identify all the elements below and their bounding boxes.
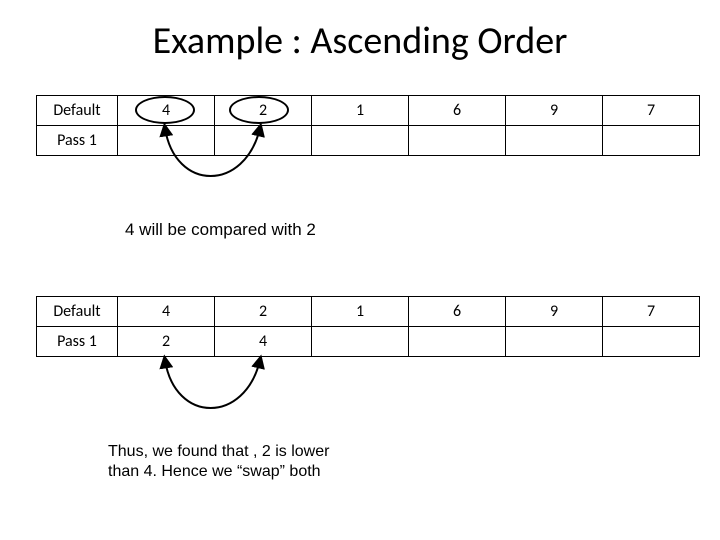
cell: 9 — [506, 96, 603, 126]
row-label: Default — [37, 96, 118, 126]
cell: 6 — [409, 96, 506, 126]
highlight-oval-icon — [135, 96, 195, 124]
cell — [603, 126, 700, 156]
cell — [506, 327, 603, 357]
swap-arc-icon — [120, 354, 320, 444]
row-label: Pass 1 — [37, 327, 118, 357]
caption-compare: 4 will be compared with 2 — [125, 220, 316, 240]
cell — [409, 327, 506, 357]
page-title: Example : Ascending Order — [0, 18, 720, 64]
cell — [409, 126, 506, 156]
cell: 4 — [118, 297, 215, 327]
row-label: Pass 1 — [37, 126, 118, 156]
highlight-oval-icon — [229, 96, 289, 124]
cell: 9 — [506, 297, 603, 327]
cell — [603, 327, 700, 357]
cell — [312, 327, 409, 357]
table2: Default 4 2 1 6 9 7 Pass 1 2 4 — [36, 296, 700, 357]
caption-swap: Thus, we found that , 2 is lower than 4.… — [108, 442, 338, 482]
cell: 7 — [603, 96, 700, 126]
cell: 2 — [215, 297, 312, 327]
cell: 7 — [603, 297, 700, 327]
table2-block: Default 4 2 1 6 9 7 Pass 1 2 4 — [36, 296, 700, 357]
swap-arc-icon — [120, 122, 320, 212]
cell — [506, 126, 603, 156]
cell: 1 — [312, 297, 409, 327]
cell: 6 — [409, 297, 506, 327]
table-row: Default 4 2 1 6 9 7 — [37, 297, 700, 327]
cell: 2 — [118, 327, 215, 357]
table-row: Pass 1 2 4 — [37, 327, 700, 357]
cell: 1 — [312, 96, 409, 126]
cell: 4 — [215, 327, 312, 357]
row-label: Default — [37, 297, 118, 327]
cell — [312, 126, 409, 156]
